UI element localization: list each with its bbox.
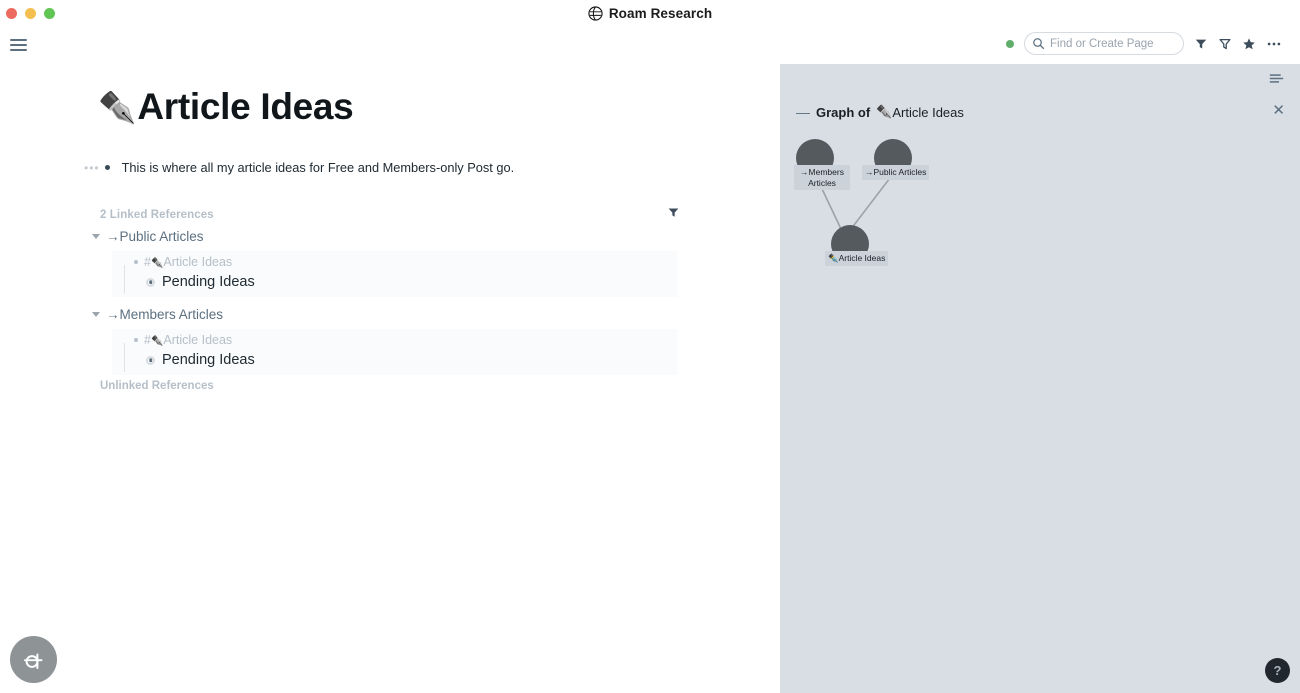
reference-child-text: Pending Ideas [162,274,255,290]
graph-node-label-public-articles[interactable]: →Public Articles [862,165,930,180]
graph-edges [814,173,894,230]
references-filter-icon[interactable] [667,206,680,224]
page-title[interactable]: ✒️ Article Ideas [98,86,354,128]
graph-overview-icon[interactable] [1218,37,1232,51]
graph-node-label-members-articles[interactable]: →Members Articles [794,165,850,191]
sync-status-dot [1006,39,1014,48]
more-options-icon[interactable] [1266,37,1282,51]
linked-references-count: 2 Linked References [100,209,214,221]
search-box[interactable] [1024,32,1184,55]
block-handle-icon[interactable]: ••• [84,161,100,175]
user-avatar-icon[interactable] [10,636,57,683]
block-bullet-icon[interactable] [134,260,138,264]
reference-block[interactable]: #✒️Article Ideas Pending Ideas [112,251,677,297]
reference-group-title[interactable]: →Public Articles [106,229,204,244]
graph-node-label-article-ideas[interactable]: ✒️Article Ideas [825,251,889,266]
reference-child-block[interactable]: Pending Ideas [112,343,677,372]
reference-group-public-articles: →Public Articles #✒️Article Ideas Pendin… [92,229,682,297]
reference-tag-line[interactable]: #✒️Article Ideas [112,255,677,269]
roam-globe-icon [588,5,603,21]
reference-group-title[interactable]: →Members Articles [106,307,223,322]
nib-pen-icon: ✒️ [98,89,137,125]
search-icon [1033,38,1045,50]
block-bullet-icon[interactable] [146,355,155,365]
reference-child-text: Pending Ideas [162,352,255,368]
filter-icon[interactable] [1194,37,1208,51]
reference-block[interactable]: #✒️Article Ideas Pending Ideas [112,329,677,375]
reference-tag[interactable]: #✒️Article Ideas [144,255,232,269]
graph-edge [850,173,894,230]
roam-research-window: Roam Research Find or Create Page ✒️ Art… [0,0,1300,693]
page-title-text: Article Ideas [137,86,354,127]
article-main-pane: ✒️ Article Ideas ••• This is where all m… [0,64,780,693]
reference-child-block[interactable]: Pending Ideas [112,265,677,294]
reference-group-members-articles: →Members Articles #✒️Article Ideas Pendi… [92,307,682,375]
hamburger-icon[interactable] [10,39,27,51]
reference-group-header[interactable]: →Members Articles [92,307,682,322]
minimize-window-button[interactable] [25,8,36,19]
block-bullet-icon[interactable] [134,338,138,342]
avatar-glyph [23,653,42,669]
nib-pen-icon: ✒️ [150,258,164,269]
app-toolbar [0,26,1300,64]
help-button[interactable]: ? [1265,658,1290,683]
collapse-caret-icon[interactable] [92,312,100,317]
toolbar-right-group [1006,32,1282,55]
traffic-lights [6,8,55,19]
unlinked-references-header[interactable]: Unlinked References [100,380,214,392]
block-bullet-icon[interactable] [104,165,110,170]
graph-canvas[interactable]: →Members Articles →Public Articles ✒️Art… [780,64,1300,693]
window-title: Roam Research [588,6,712,21]
reference-tag-line[interactable]: #✒️Article Ideas [112,333,677,347]
app-title-text: Roam Research [608,5,713,21]
search-input[interactable] [1050,37,1175,50]
intro-block-text: This is where all my article ideas for F… [121,160,515,175]
window-titlebar: Roam Research [0,0,1300,26]
close-window-button[interactable] [6,8,17,19]
intro-block[interactable]: ••• This is where all my article ideas f… [84,160,514,175]
linked-references-header: 2 Linked References [100,206,680,224]
nib-pen-icon: ✒️ [150,336,164,347]
block-bullet-icon[interactable] [146,277,155,287]
reference-group-header[interactable]: →Public Articles [92,229,682,244]
right-sidebar: — Graph of ✒️ Article Ideas ✕ →Members A… [780,64,1300,693]
star-icon[interactable] [1242,37,1256,51]
reference-tag[interactable]: #✒️Article Ideas [144,333,232,347]
zoom-window-button[interactable] [44,8,55,19]
collapse-caret-icon[interactable] [92,234,100,239]
